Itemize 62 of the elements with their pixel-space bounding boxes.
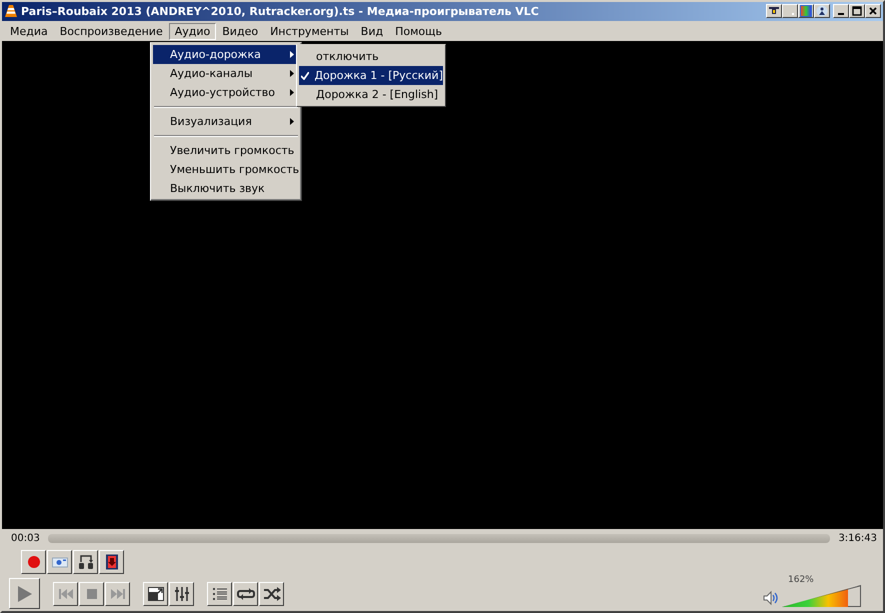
pin-button[interactable] (766, 4, 782, 18)
pin-icon (768, 6, 780, 16)
loop-icon (236, 587, 254, 602)
frame-step-button[interactable] (99, 550, 124, 574)
fullscreen-button[interactable] (143, 582, 168, 606)
menu-item[interactable]: Уменьшить громкость (153, 160, 299, 179)
next-button[interactable] (105, 582, 130, 606)
palette-icon (800, 5, 812, 18)
list-icon (212, 587, 228, 602)
menu-item[interactable]: Воспроизведение (54, 22, 169, 40)
fullscreen-icon (148, 587, 164, 602)
equalizer-button[interactable] (169, 582, 194, 606)
speaker-icon[interactable] (763, 590, 779, 606)
record-icon (26, 555, 40, 570)
maximize-icon (852, 6, 862, 16)
menu-item[interactable]: Выключить звук (153, 179, 299, 198)
menu-item[interactable]: отключить (299, 47, 443, 66)
minimize-button[interactable] (833, 4, 849, 18)
loop-ab-icon (78, 554, 94, 570)
loop-ab-button[interactable] (73, 550, 98, 574)
color-button[interactable] (798, 4, 814, 18)
menu-item[interactable]: Увеличить громкость (153, 141, 299, 160)
menu-item[interactable]: Дорожка 1 - [Русский] (299, 66, 443, 85)
menu-item[interactable]: Дорожка 2 - [English] (299, 85, 443, 104)
maximize-button[interactable] (849, 4, 865, 18)
elapsed-time: 00:03 (11, 533, 40, 544)
next-icon (110, 589, 126, 600)
menu-item[interactable]: Аудио-дорожка (153, 45, 299, 64)
stop-icon (86, 588, 98, 600)
minimize-icon (838, 12, 844, 15)
traffic-cone-icon (4, 4, 18, 18)
menu-item[interactable]: Вид (354, 22, 390, 40)
previous-button[interactable] (53, 582, 78, 606)
stop-button[interactable] (79, 582, 104, 606)
menu-item[interactable]: Аудио-устройство (153, 83, 299, 102)
loop-button[interactable] (233, 582, 258, 606)
previous-icon (58, 589, 74, 600)
window-title: Paris–Roubaix 2013 (ANDREY^2010, Rutracker.org).ts - Медиа-проигрыватель VLC (21, 4, 540, 18)
menu-item[interactable]: Визуализация (153, 112, 299, 131)
shuffle-button[interactable] (259, 582, 284, 606)
menu-item[interactable]: Инструменты (264, 22, 355, 40)
person-icon (816, 5, 828, 18)
person-button[interactable] (814, 4, 830, 18)
close-button[interactable] (865, 4, 881, 18)
menu-item[interactable]: Помощь (389, 22, 448, 40)
sliders-icon (174, 586, 190, 602)
shuffle-icon (262, 587, 280, 602)
playlist-button[interactable] (207, 582, 232, 606)
total-time: 3:16:43 (838, 533, 877, 544)
camera-icon (52, 556, 68, 568)
dot-button[interactable] (782, 4, 798, 18)
snapshot-button[interactable] (47, 550, 72, 574)
close-icon (868, 6, 878, 16)
menu-item[interactable]: Медиа (4, 22, 54, 40)
film-frame-icon (104, 554, 118, 570)
menu-item[interactable]: Аудио-каналы (153, 64, 299, 83)
play-icon (16, 584, 32, 603)
menu-item[interactable]: Видео (216, 22, 264, 40)
record-button[interactable] (21, 550, 46, 574)
play-button[interactable] (9, 578, 40, 610)
menu-item[interactable]: Аудио (168, 22, 216, 40)
volume-reading: 162% (787, 575, 814, 586)
